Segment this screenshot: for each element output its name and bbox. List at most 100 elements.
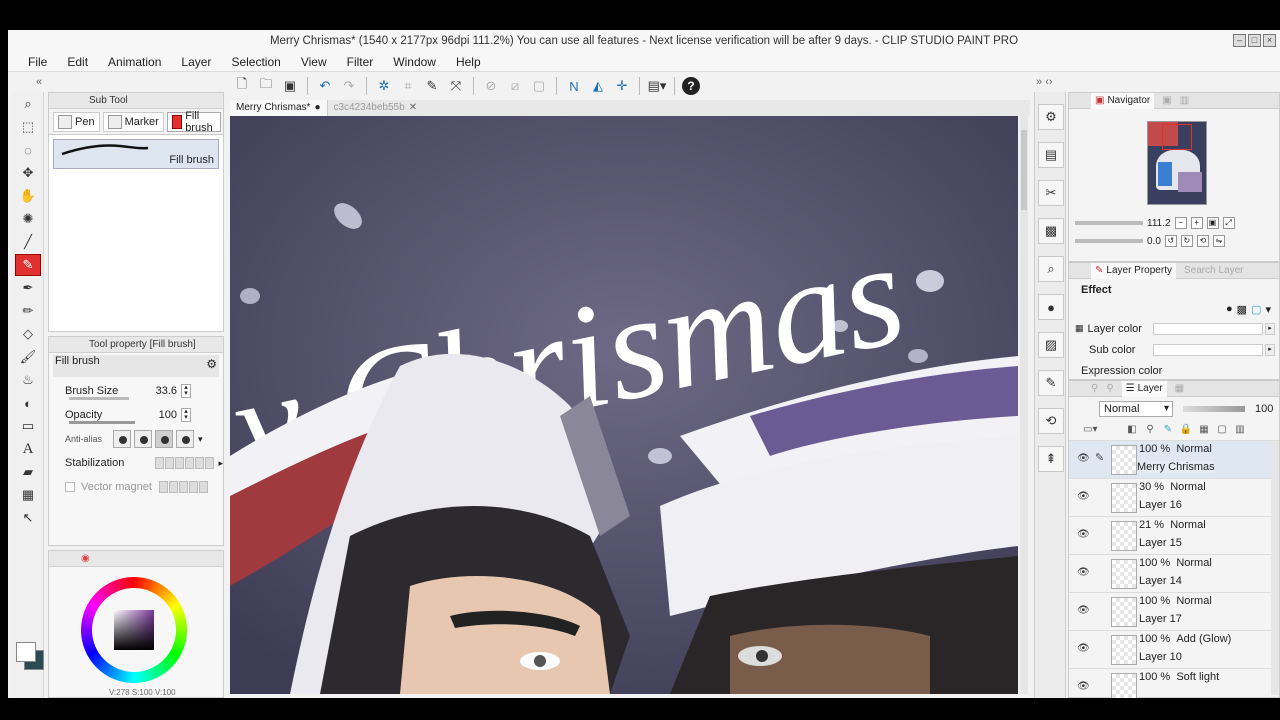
reference-icon[interactable]: ⚲ xyxy=(1143,423,1157,437)
undo-icon[interactable]: ↶ xyxy=(315,76,335,96)
lock-icon[interactable]: 🔒 xyxy=(1179,423,1193,437)
history-icon[interactable]: ⟲ xyxy=(1038,408,1064,434)
gradient-tool-icon[interactable]: ▦ xyxy=(15,484,41,506)
zoom-tool-icon[interactable]: ⌕ xyxy=(15,93,41,115)
flip-icon[interactable]: ⇋ xyxy=(1212,235,1225,247)
snap-grid-icon[interactable]: ✛ xyxy=(612,76,632,96)
snap-ruler-icon[interactable]: N xyxy=(564,76,584,96)
opacity-value[interactable]: 100 xyxy=(153,409,177,421)
fit-icon[interactable]: ▣ xyxy=(1206,217,1219,229)
color-swatches[interactable] xyxy=(14,642,44,698)
info-icon[interactable]: ▥ xyxy=(1180,95,1189,106)
reset-rotation-icon[interactable]: ⟲ xyxy=(1196,235,1209,247)
color-set-icon[interactable]: ● xyxy=(1038,294,1064,320)
auto-action-icon[interactable]: ⇞ xyxy=(1038,446,1064,472)
menu-animation[interactable]: Animation xyxy=(98,52,171,71)
sub-tool-detail-icon[interactable]: ⚙ xyxy=(1038,104,1064,130)
drawing-canvas[interactable]: y Chrismas xyxy=(230,116,1018,694)
clear-icon[interactable]: ✲ xyxy=(374,76,394,96)
draft-icon[interactable]: ✎ xyxy=(1161,423,1175,437)
eye-icon[interactable]: 👁 xyxy=(1077,491,1090,502)
rotate-right-icon[interactable]: ↻ xyxy=(1180,235,1193,247)
menu-layer[interactable]: Layer xyxy=(171,52,221,71)
chevron-right-icon[interactable]: ▸ xyxy=(1265,322,1275,335)
selection-tool-icon[interactable]: ⬚ xyxy=(15,116,41,138)
opacity-stepper[interactable]: ▴ ▾ xyxy=(181,408,191,422)
hand-tool-icon[interactable]: ✋ xyxy=(15,185,41,207)
text-tool-icon[interactable]: A xyxy=(15,438,41,460)
redo-icon[interactable]: ↷ xyxy=(339,76,359,96)
fullsize-icon[interactable]: ⤢ xyxy=(1222,217,1235,229)
brush-preset-item[interactable]: Fill brush xyxy=(53,139,219,169)
layer-opacity-slider[interactable] xyxy=(1183,406,1245,412)
tab-fill-brush[interactable]: Fill brush xyxy=(166,110,222,134)
eye-icon[interactable]: 👁 xyxy=(1077,605,1090,616)
transform-icon[interactable]: ✎ xyxy=(422,76,442,96)
eraser-tool-icon[interactable]: ◇ xyxy=(15,323,41,345)
menu-filter[interactable]: Filter xyxy=(337,52,384,71)
maximize-button[interactable]: □ xyxy=(1248,34,1261,47)
tab-animation-icon[interactable]: ▦ xyxy=(1175,383,1184,394)
foreground-color-swatch[interactable] xyxy=(16,642,36,662)
antialias-none-option[interactable] xyxy=(113,430,131,448)
layer-row[interactable]: 👁 30 % Normal Layer 16 xyxy=(1069,479,1279,517)
sub-view-icon[interactable]: ▣ xyxy=(1162,95,1171,106)
lock-alpha-icon[interactable]: ▦ xyxy=(1197,423,1211,437)
mask-icon[interactable]: ▢ xyxy=(1215,423,1229,437)
deselect-icon[interactable]: ⊘ xyxy=(481,76,501,96)
tab-layer[interactable]: ☰ Layer xyxy=(1121,380,1167,397)
stabilization-slider[interactable] xyxy=(155,457,215,469)
layer-row[interactable]: 👁 ✎ 100 % Normal Merry Chrismas xyxy=(1069,441,1279,479)
image-icon[interactable]: ▨ xyxy=(1038,332,1064,358)
eye-icon[interactable]: 👁 xyxy=(1077,453,1090,464)
eye-icon[interactable]: 👁 xyxy=(1077,681,1090,692)
sub-color-swatch[interactable] xyxy=(1153,343,1263,356)
border-effect-icon[interactable]: ● xyxy=(1226,303,1233,315)
chevron-right-icon[interactable]: ▸ xyxy=(218,458,223,469)
open-folder-icon[interactable]: 🗀 xyxy=(256,76,276,96)
tab-pen[interactable]: Pen xyxy=(53,112,100,132)
menu-file[interactable]: File xyxy=(18,52,57,71)
tool-icon[interactable]: ✂ xyxy=(1038,180,1064,206)
rotate-left-icon[interactable]: ↺ xyxy=(1164,235,1177,247)
tab-layer-icon-1[interactable]: ⚲ xyxy=(1091,383,1098,394)
vector-magnet-slider[interactable] xyxy=(159,481,208,493)
scrollbar-thumb[interactable] xyxy=(1021,130,1027,210)
chevron-down-icon[interactable]: ▾ xyxy=(1265,303,1271,316)
invert-selection-icon[interactable]: ⧄ xyxy=(505,76,525,96)
vector-magnet-checkbox[interactable] xyxy=(65,482,75,492)
layer-menu-icon[interactable]: ▭▾ xyxy=(1083,423,1097,437)
new-file-icon[interactable]: 🗋 xyxy=(232,76,252,96)
layer-row[interactable]: 👁 100 % Normal Layer 17 xyxy=(1069,593,1279,631)
layer-color-effect-icon[interactable]: ▢ xyxy=(1251,303,1261,316)
chevron-right-icon[interactable]: ▸ xyxy=(1265,343,1275,356)
blend-mode-select[interactable]: Normal xyxy=(1099,401,1173,417)
menu-selection[interactable]: Selection xyxy=(221,52,290,71)
move-tool-icon[interactable]: ✥ xyxy=(15,162,41,184)
chevron-down-icon[interactable]: ▾ xyxy=(198,434,203,445)
menu-window[interactable]: Window xyxy=(383,52,446,71)
material-icon[interactable]: ▤ xyxy=(1038,142,1064,168)
tab-marker[interactable]: Marker xyxy=(102,112,164,132)
antialias-weak-option[interactable] xyxy=(134,430,152,448)
layer-opacity-value[interactable]: 100 xyxy=(1255,403,1273,415)
help-icon[interactable]: ? xyxy=(682,77,700,95)
menu-edit[interactable]: Edit xyxy=(57,52,98,71)
document-tab-inactive[interactable]: c3c4234beb55b ✕ xyxy=(328,100,424,116)
tab-layer-icon-2[interactable]: ⚲ xyxy=(1106,383,1113,394)
tone-effect-icon[interactable]: ▩ xyxy=(1237,303,1247,316)
zoom-slider[interactable] xyxy=(1075,221,1143,225)
tab-search-layer[interactable]: Search Layer xyxy=(1184,265,1243,276)
pen-tool-icon[interactable]: ✒ xyxy=(15,277,41,299)
layer-row[interactable]: 👁 100 % Soft light xyxy=(1069,669,1279,698)
snap-special-ruler-icon[interactable]: ◭ xyxy=(588,76,608,96)
layer-search-icon[interactable]: ⌕ xyxy=(1038,256,1064,282)
minimize-button[interactable]: – xyxy=(1233,34,1246,47)
brush-size-value[interactable]: 33.6 xyxy=(153,385,177,397)
layer-row[interactable]: 👁 100 % Add (Glow) Layer 10 xyxy=(1069,631,1279,669)
document-tab-active[interactable]: Merry Chrismas* ● xyxy=(230,100,328,116)
antialias-medium-option[interactable] xyxy=(155,430,173,448)
tab-navigator[interactable]: ▣ Navigator xyxy=(1091,92,1155,109)
zoom-value[interactable]: 111.2 xyxy=(1147,218,1171,229)
navigator-thumbnail[interactable] xyxy=(1147,121,1207,205)
